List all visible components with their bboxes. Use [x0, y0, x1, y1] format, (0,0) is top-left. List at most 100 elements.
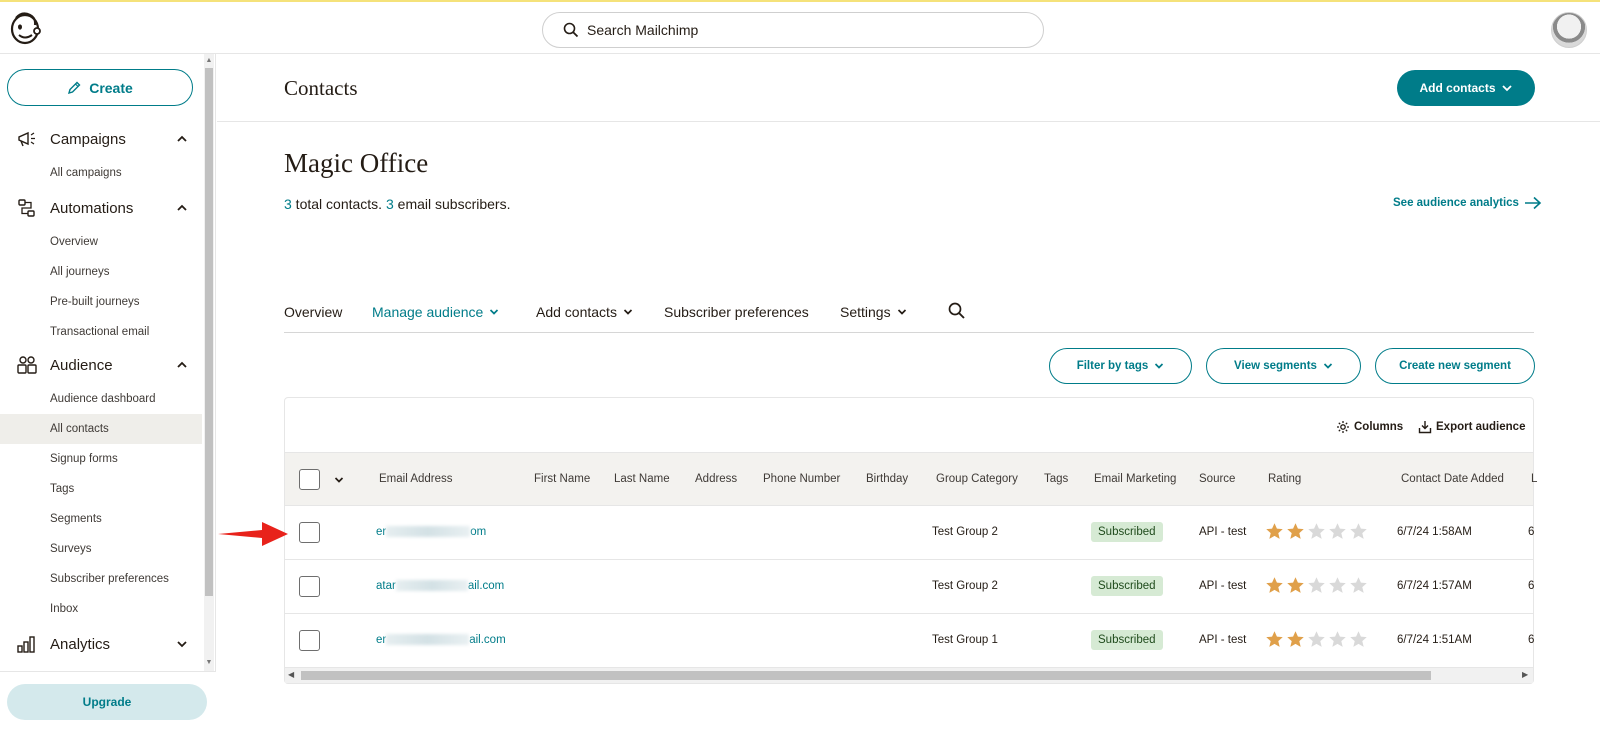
filter-by-tags-button[interactable]: Filter by tags — [1049, 348, 1192, 384]
star-empty-icon[interactable] — [1349, 522, 1368, 541]
star-filled-icon[interactable] — [1265, 576, 1284, 595]
star-filled-icon[interactable] — [1286, 522, 1305, 541]
create-button[interactable]: Create — [7, 69, 193, 106]
star-filled-icon[interactable] — [1286, 576, 1305, 595]
create-new-segment-button[interactable]: Create new segment — [1375, 348, 1535, 384]
avatar[interactable] — [1551, 12, 1587, 48]
star-empty-icon[interactable] — [1328, 630, 1347, 649]
column-header-source[interactable]: Source — [1199, 473, 1235, 485]
upgrade-button[interactable]: Upgrade — [7, 684, 207, 720]
row-checkbox[interactable] — [299, 522, 320, 543]
columns-button[interactable]: Columns — [1336, 420, 1403, 434]
row-checkbox[interactable] — [299, 630, 320, 651]
star-filled-icon[interactable] — [1265, 522, 1284, 541]
select-all-checkbox[interactable] — [299, 469, 320, 490]
star-empty-icon[interactable] — [1328, 576, 1347, 595]
column-header-email-marketing[interactable]: Email Marketing — [1094, 473, 1176, 485]
sidebar-scrollbar-thumb[interactable] — [205, 68, 213, 596]
table-row[interactable]: er om Test Group 2 Subscribed API - test … — [285, 506, 1535, 560]
star-filled-icon[interactable] — [1286, 630, 1305, 649]
group-category-cell: Test Group 2 — [932, 580, 998, 592]
chevron-down-icon — [1501, 85, 1512, 92]
sidebar-item-all-journeys[interactable]: All journeys — [0, 257, 202, 287]
tab-manage-audience[interactable]: Manage audience — [372, 304, 499, 320]
chevron-up-icon — [177, 204, 187, 211]
star-filled-icon[interactable] — [1265, 630, 1284, 649]
sidebar-item-inbox[interactable]: Inbox — [0, 594, 202, 624]
sidebar-item-all-campaigns[interactable]: All campaigns — [0, 158, 202, 188]
rating-stars — [1265, 576, 1370, 595]
column-header-first-name[interactable]: First Name — [534, 473, 590, 485]
column-header-email-address[interactable]: Email Address — [379, 473, 453, 485]
sidebar-section-audience[interactable]: Audience — [0, 350, 202, 380]
sidebar-item-pre-built-journeys[interactable]: Pre-built journeys — [0, 287, 202, 317]
table-horizontal-scrollbar[interactable]: ◀ ▶ — [285, 668, 1533, 683]
sidebar-item-signup-forms[interactable]: Signup forms — [0, 444, 202, 474]
sidebar-item-surveys[interactable]: Surveys — [0, 534, 202, 564]
audience-tabs: Overview Manage audience Add contacts Su… — [284, 296, 1534, 333]
sidebar-section-analytics[interactable]: Analytics — [0, 629, 202, 659]
column-header-tags[interactable]: Tags — [1044, 473, 1068, 485]
column-header-next[interactable]: L — [1531, 473, 1537, 485]
email-subscribers-count[interactable]: 3 — [386, 196, 394, 212]
scroll-left-arrow-icon[interactable]: ◀ — [288, 670, 294, 679]
star-empty-icon[interactable] — [1349, 630, 1368, 649]
sidebar-item-audience-dashboard[interactable]: Audience dashboard — [0, 384, 202, 414]
chevron-down-icon[interactable] — [334, 475, 344, 485]
column-header-contact-date-added[interactable]: Contact Date Added — [1401, 473, 1504, 485]
star-empty-icon[interactable] — [1328, 522, 1347, 541]
star-empty-icon[interactable] — [1307, 576, 1326, 595]
chevron-down-icon — [177, 641, 187, 648]
table-row[interactable]: atar ail.com Test Group 2 Subscribed API … — [285, 560, 1534, 614]
star-empty-icon[interactable] — [1307, 630, 1326, 649]
column-header-address[interactable]: Address — [695, 473, 737, 485]
sidebar-section-campaigns[interactable]: Campaigns — [0, 124, 202, 154]
sidebar-item-subscriber-preferences[interactable]: Subscriber preferences — [0, 564, 202, 594]
columns-label: Columns — [1354, 421, 1404, 433]
table-scrollbar-thumb[interactable] — [301, 671, 1431, 680]
tab-overview[interactable]: Overview — [284, 304, 342, 320]
sidebar-section-automations[interactable]: Automations — [0, 193, 202, 223]
scroll-right-arrow-icon[interactable]: ▶ — [1522, 670, 1528, 679]
sidebar-item-transactional-email[interactable]: Transactional email — [0, 317, 202, 347]
tab-add-contacts[interactable]: Add contacts — [536, 304, 633, 320]
sidebar-section-label: Analytics — [50, 635, 111, 653]
email-address-link[interactable]: atar ail.com — [376, 580, 504, 592]
sidebar-item-all-contacts[interactable]: All contacts — [0, 414, 202, 444]
star-empty-icon[interactable] — [1307, 522, 1326, 541]
tab-search-button[interactable] — [942, 302, 966, 320]
search-input[interactable]: Search Mailchimp — [542, 12, 1044, 48]
sidebar-item-segments[interactable]: Segments — [0, 504, 202, 534]
email-address-link[interactable]: er om — [376, 526, 486, 538]
tab-settings[interactable]: Settings — [840, 304, 907, 320]
search-placeholder: Search Mailchimp — [587, 22, 699, 38]
star-empty-icon[interactable] — [1349, 576, 1368, 595]
total-contacts-count[interactable]: 3 — [284, 196, 292, 212]
status-badge: Subscribed — [1091, 630, 1163, 650]
sidebar-item-overview[interactable]: Overview — [0, 227, 202, 257]
column-header-group-category[interactable]: Group Category — [936, 473, 1018, 485]
see-audience-analytics-link[interactable]: See audience analytics — [1393, 196, 1542, 210]
view-segments-button[interactable]: View segments — [1206, 348, 1361, 384]
row-checkbox[interactable] — [299, 576, 320, 597]
sidebar-item-label: Surveys — [50, 543, 92, 555]
add-contacts-button[interactable]: Add contacts — [1397, 70, 1535, 106]
flow-icon — [18, 199, 35, 217]
page-title: Contacts — [284, 76, 358, 100]
sidebar-item-tags[interactable]: Tags — [0, 474, 202, 504]
email-address-link[interactable]: er ail.com — [376, 634, 506, 646]
table-header: Email Address First Name Last Name Addre… — [285, 452, 1537, 506]
next-column-cell: 6 — [1528, 526, 1535, 538]
export-audience-button[interactable]: Export audience — [1418, 420, 1525, 434]
column-header-rating[interactable]: Rating — [1268, 473, 1301, 485]
sidebar-section-label: Audience — [50, 356, 113, 374]
scroll-down-arrow-icon[interactable]: ▼ — [205, 659, 213, 667]
column-header-phone-number[interactable]: Phone Number — [763, 473, 840, 485]
table-row[interactable]: er ail.com Test Group 1 Subscribed API - … — [285, 614, 1534, 668]
scroll-up-arrow-icon[interactable]: ▲ — [205, 57, 213, 65]
column-header-last-name[interactable]: Last Name — [614, 473, 670, 485]
tab-label: Settings — [840, 304, 891, 320]
tab-subscriber-preferences[interactable]: Subscriber preferences — [664, 304, 809, 320]
mailchimp-logo-icon[interactable] — [8, 10, 42, 46]
column-header-birthday[interactable]: Birthday — [866, 473, 908, 485]
